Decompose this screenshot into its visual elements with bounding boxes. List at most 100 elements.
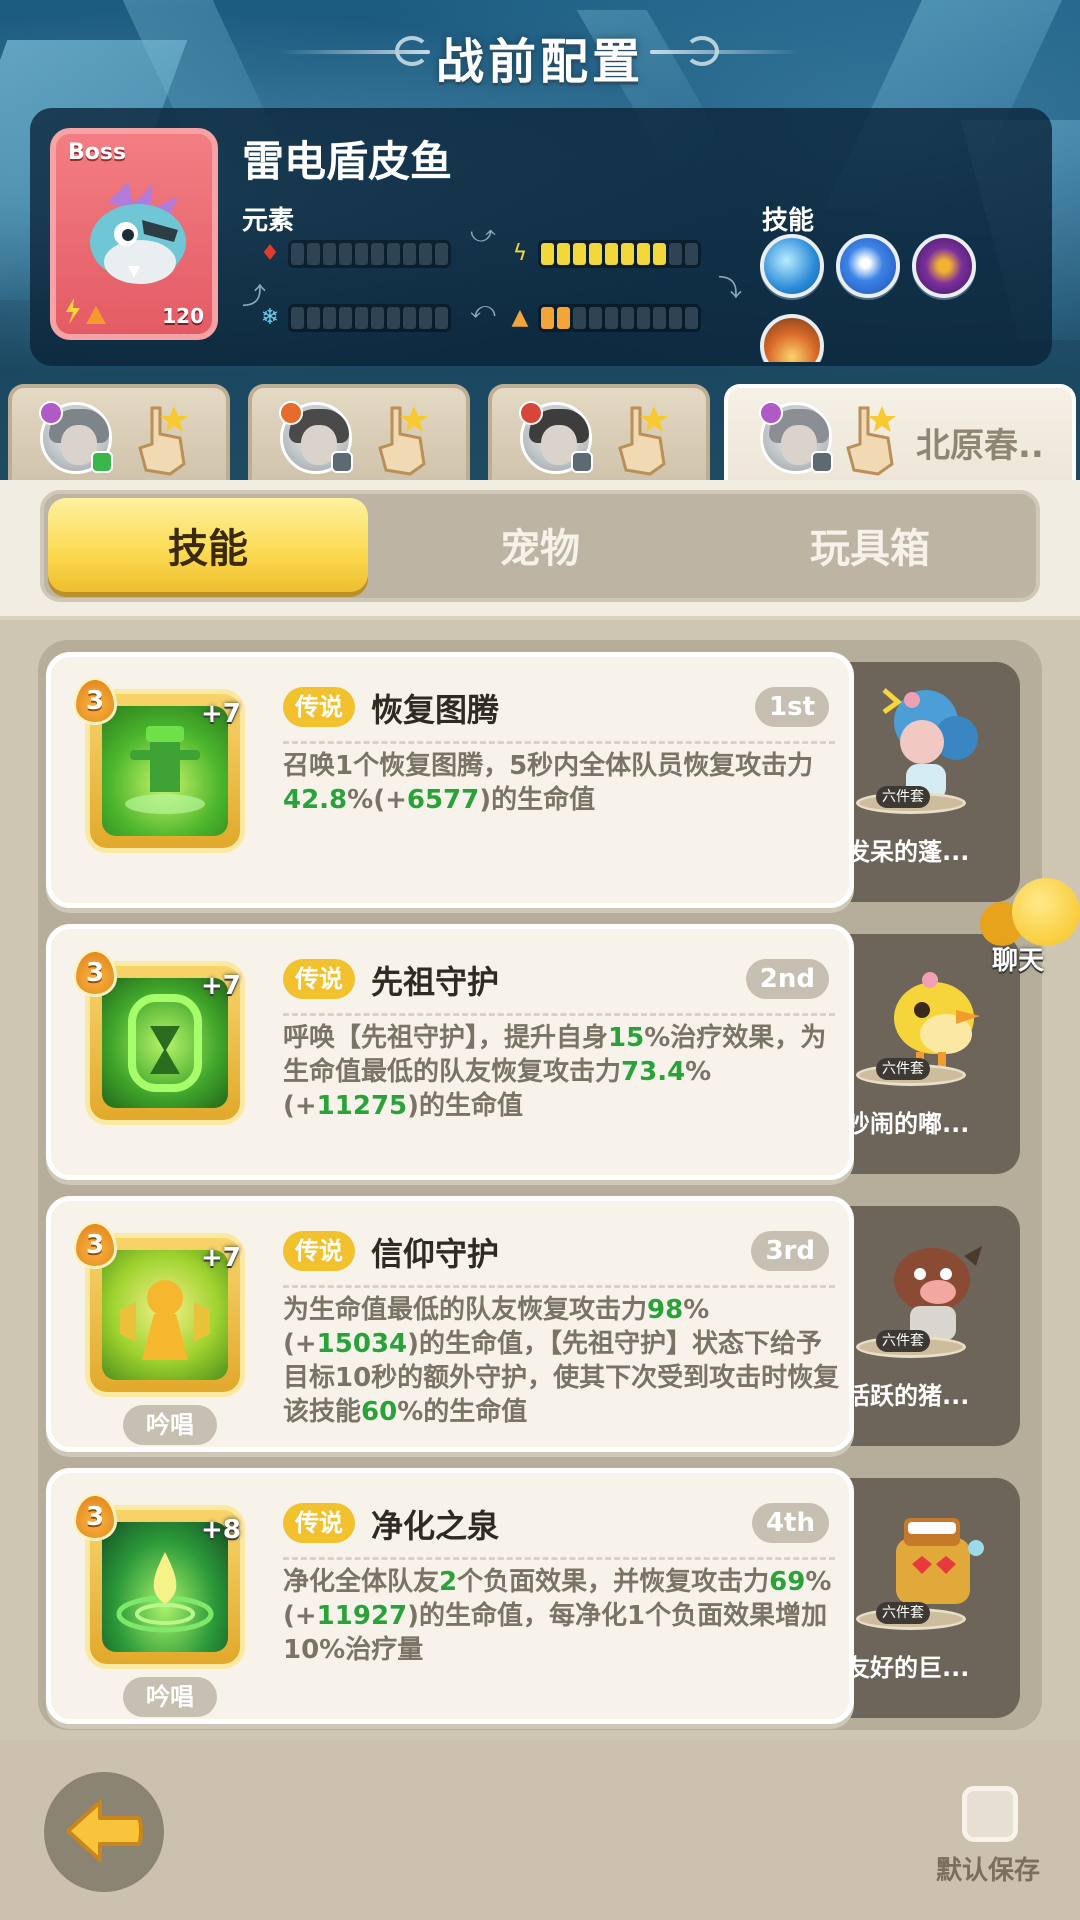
gauge-segment [557, 243, 570, 265]
element-bar-lightning: ϟ [508, 240, 701, 268]
skill-description: 为生命值最低的队友恢复攻击力98%(+15034)的生命值，【先祖守护】状态下给… [283, 1295, 840, 1427]
skill-level-badge: 3 [73, 677, 117, 725]
skill-upgrade-count: +7 [201, 971, 241, 1001]
element-label: 元素 [242, 206, 295, 236]
gauge-segment [387, 307, 400, 329]
boss-skill-icon[interactable] [760, 234, 824, 298]
back-button[interactable] [44, 1772, 164, 1892]
tap-hand-icon [138, 406, 188, 476]
skill-level-badge: 3 [73, 1493, 117, 1541]
skill-upgrade-count: +7 [201, 1243, 241, 1273]
skill-name: 恢复图腾 [371, 691, 500, 729]
gauge-segment [653, 243, 666, 265]
tab-toybox[interactable]: 玩具箱 [710, 498, 1030, 592]
cycle-arrow-icon: ⤴ [242, 282, 266, 310]
team-member-tab-4-active[interactable]: 北原春.. [724, 384, 1076, 494]
skill-name: 信仰守护 [371, 1235, 500, 1273]
skill-row[interactable]: 六件套 发呆的蓬... 3 +7 传说 恢复图腾 1st 召唤1个恢复图腾，5秒… [46, 652, 1026, 908]
gauge-segment [323, 307, 336, 329]
tap-hand-icon [618, 406, 668, 476]
team-member-tab-3[interactable] [488, 384, 710, 484]
gauge-segment [573, 243, 586, 265]
pet-panel[interactable]: 六件套 友好的巨... [836, 1478, 1020, 1718]
chant-badge: 吟唱 [123, 1677, 217, 1717]
gauge-segment [371, 307, 384, 329]
skill-name: 净化之泉 [371, 1507, 500, 1545]
gauge-segment [573, 307, 586, 329]
pet-panel[interactable]: 六件套 发呆的蓬... [836, 662, 1020, 902]
element-bar-earth: ▲ [508, 304, 701, 332]
gauge-segment [435, 307, 448, 329]
avatar [39, 401, 113, 474]
skill-rank: 2nd [745, 959, 829, 999]
divider [283, 1013, 835, 1016]
pet-panel[interactable]: 六件套 活跃的猪... [836, 1206, 1020, 1446]
skill-card[interactable]: 3 +8 吟唱 传说 净化之泉 4th 净化全体队友2个负面效果，并恢复攻击力6… [46, 1468, 854, 1724]
skill-upgrade-count: +8 [201, 1515, 241, 1545]
element-bar-ice: ❄ [258, 304, 451, 332]
gauge-segment [621, 307, 634, 329]
skill-description: 净化全体队友2个负面效果，并恢复攻击力69%(+11927)的生命值，每净化1个… [283, 1567, 832, 1665]
avatar [519, 401, 593, 474]
gauge-segment [621, 243, 634, 265]
pet-set-badge: 六件套 [876, 1330, 930, 1352]
team-member-tab-1[interactable] [8, 384, 230, 484]
gauge-segment [323, 243, 336, 265]
divider [283, 1285, 835, 1288]
skill-card[interactable]: 3 +7 传说 恢复图腾 1st 召唤1个恢复图腾，5秒内全体队员恢复攻击力42… [46, 652, 854, 908]
tap-hand-icon [846, 406, 896, 476]
boss-portrait-card[interactable]: Boss 120 [50, 128, 218, 340]
boss-name: 雷电盾皮鱼 [242, 137, 453, 186]
skill-level-badge: 3 [73, 949, 117, 997]
gauge-segment [637, 307, 650, 329]
skill-level-badge: 3 [73, 1221, 117, 1269]
gauge-segment [541, 307, 554, 329]
skill-name: 先祖守护 [371, 963, 500, 1001]
gauge-segment [669, 243, 682, 265]
smiley-icon [1012, 878, 1080, 946]
boss-skill-icon[interactable] [836, 234, 900, 298]
skill-row[interactable]: 六件套 活跃的猪... 3 +7 吟唱 传说 信仰守护 3rd 为生命值最低的队… [46, 1196, 1026, 1452]
gauge-segment [291, 243, 304, 265]
pet-name: 友好的巨... [846, 1654, 970, 1682]
gauge-segment [307, 307, 320, 329]
skill-rank: 3rd [751, 1231, 829, 1271]
cycle-arrow-icon: ⤻ [470, 220, 496, 248]
pet-set-badge: 六件套 [876, 1602, 930, 1624]
boss-level: 120 [162, 304, 204, 328]
gauge-segment [557, 307, 570, 329]
legendary-tag: 传说 [283, 1503, 355, 1543]
gauge-segment [355, 307, 368, 329]
skill-upgrade-count: +7 [201, 699, 241, 729]
title-decoration-right [650, 50, 800, 54]
element-bar-fire: ♦ [258, 240, 451, 268]
tab-pets[interactable]: 宠物 [380, 498, 700, 592]
skill-row[interactable]: 六件套 吵闹的嘟... 3 +7 传说 先祖守护 2nd 呼唤【先祖守护】，提升… [46, 924, 1026, 1180]
gauge-segment [339, 307, 352, 329]
boss-skill-icon-partial[interactable] [760, 314, 824, 362]
cycle-arrow-icon: ⤵ [718, 274, 742, 302]
earth-icon: ▲ [511, 305, 529, 330]
skill-card[interactable]: 3 +7 吟唱 传说 信仰守护 3rd 为生命值最低的队友恢复攻击力98%(+1… [46, 1196, 854, 1452]
gauge-segment [669, 307, 682, 329]
gauge-segment [589, 307, 602, 329]
skill-description: 召唤1个恢复图腾，5秒内全体队员恢复攻击力42.8%(+6577)的生命值 [283, 751, 814, 815]
chat-button[interactable]: 聊天 [972, 878, 1080, 978]
gauge-segment [541, 243, 554, 265]
gauge-segment [355, 243, 368, 265]
team-member-tab-2[interactable] [248, 384, 470, 484]
boss-skill-icon[interactable] [912, 234, 976, 298]
boss-skill-list [760, 234, 976, 298]
default-save-checkbox[interactable] [962, 1786, 1018, 1842]
skill-row[interactable]: 六件套 友好的巨... 3 +8 吟唱 传说 净化之泉 4th 净化全体队友2个… [46, 1468, 1026, 1724]
skill-rank: 4th [751, 1503, 829, 1543]
cycle-arrow-icon: ⤺ [470, 296, 496, 324]
tap-hand-icon [378, 406, 428, 476]
boss-tag: Boss [68, 140, 127, 165]
skill-card[interactable]: 3 +7 传说 先祖守护 2nd 呼唤【先祖守护】，提升自身15%治疗效果，为生… [46, 924, 854, 1180]
tab-skills[interactable]: 技能 [48, 498, 368, 592]
gauge-segment [637, 243, 650, 265]
fire-icon: ♦ [260, 241, 280, 266]
pet-name: 吵闹的嘟... [846, 1110, 970, 1138]
skill-description: 呼唤【先祖守护】，提升自身15%治疗效果，为生命值最低的队友恢复攻击力73.4%… [283, 1023, 827, 1121]
